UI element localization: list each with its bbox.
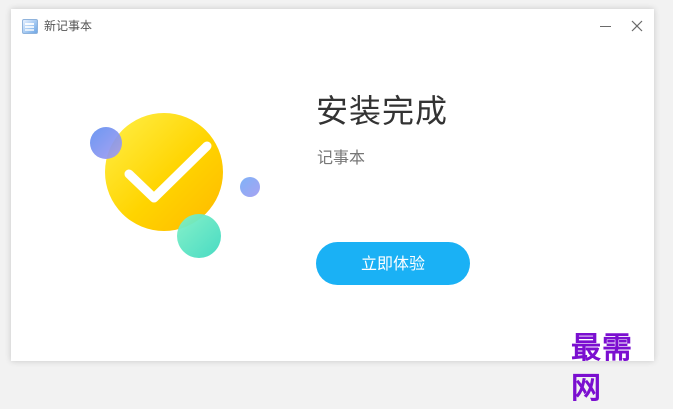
install-complete-heading: 安装完成	[316, 92, 449, 130]
app-name-label: 记事本	[317, 148, 366, 167]
green-bubble	[177, 214, 221, 258]
close-icon	[631, 20, 643, 32]
blue-bubble	[90, 127, 122, 159]
success-illustration	[81, 109, 271, 279]
title-bar[interactable]: 新记事本	[11, 9, 654, 43]
close-button[interactable]	[625, 14, 649, 38]
installer-window: 新记事本 安装完成 记事本 立即体验 最需网	[11, 9, 654, 406]
window-title: 新记事本	[44, 19, 93, 33]
try-now-button[interactable]: 立即体验	[316, 242, 470, 285]
notepad-app-icon	[22, 19, 38, 34]
minimize-button[interactable]	[593, 14, 617, 38]
small-blue-bubble	[240, 177, 260, 197]
minimize-icon	[599, 25, 611, 27]
main-yellow-circle	[105, 113, 223, 231]
watermark-text: 最需网	[571, 331, 633, 406]
